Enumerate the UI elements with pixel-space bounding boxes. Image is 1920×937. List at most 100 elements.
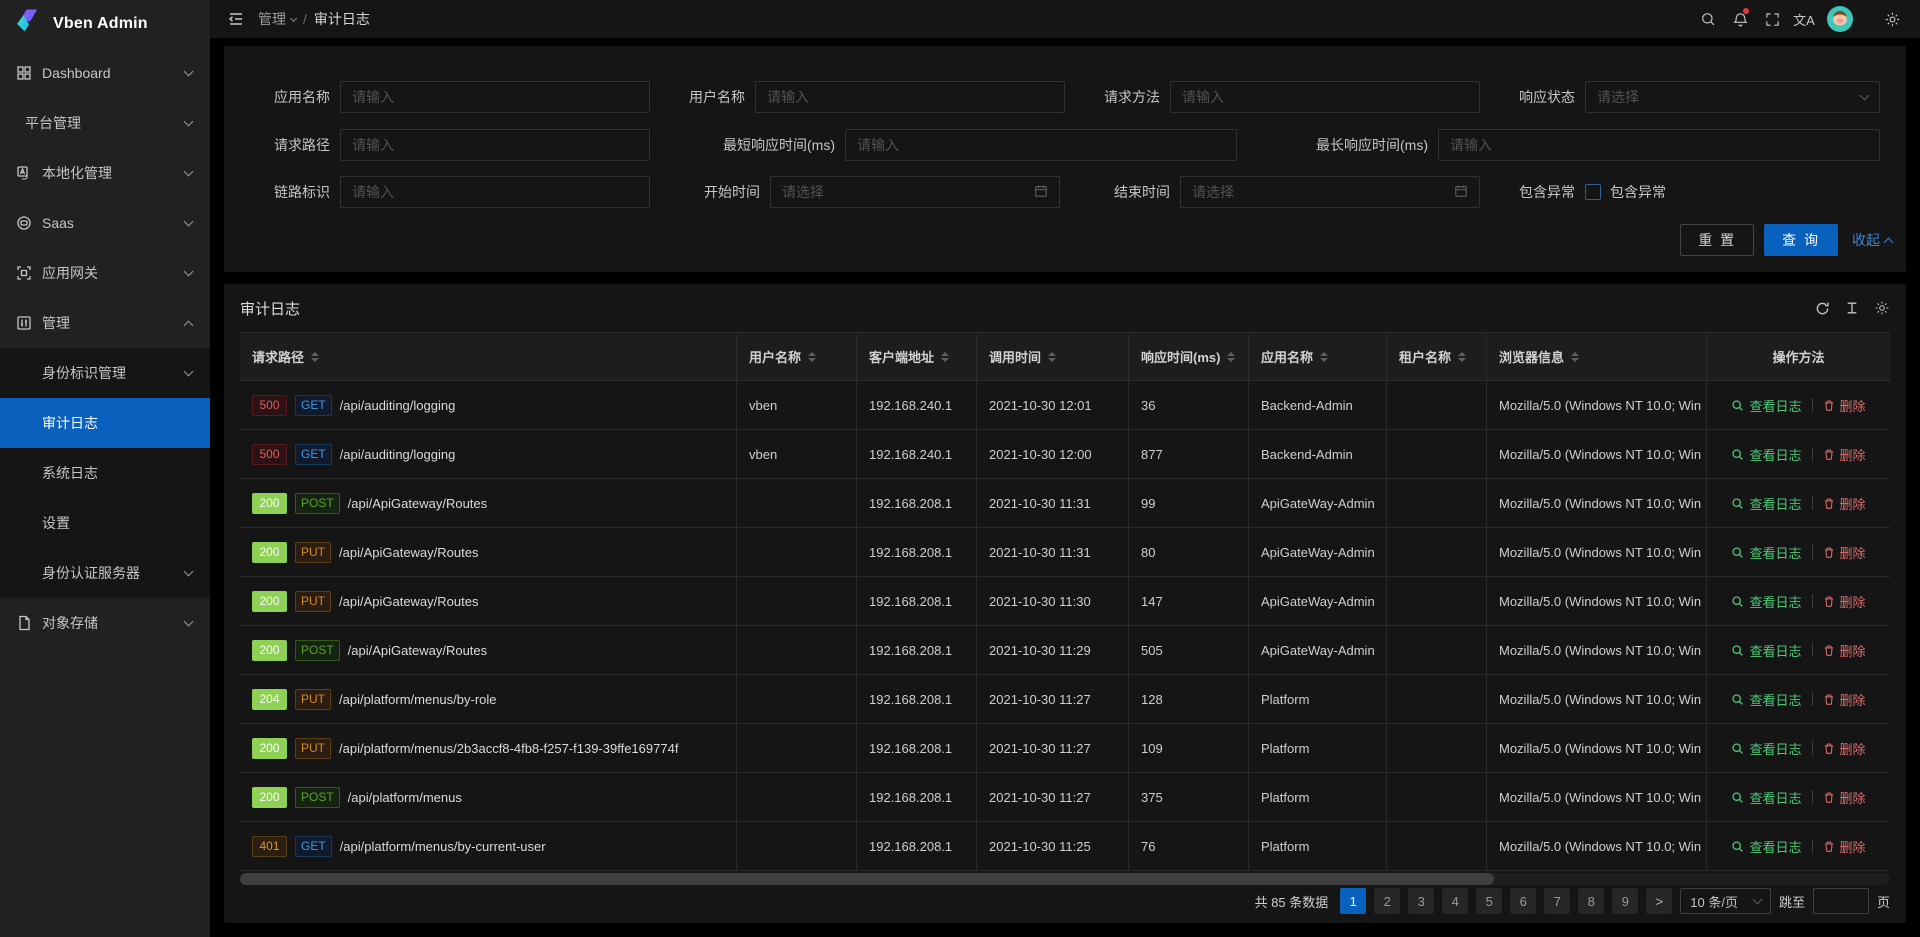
delete-button[interactable]: 删除 (1823, 592, 1866, 611)
page-button-6[interactable]: 6 (1510, 888, 1536, 914)
sort-caret[interactable] (311, 352, 319, 362)
sidebar-item-gateway[interactable]: 应用网关 (0, 248, 210, 298)
refresh-icon[interactable] (1815, 301, 1830, 316)
column-header-8[interactable]: 浏览器信息 (1487, 333, 1707, 380)
page-button-1[interactable]: 1 (1340, 888, 1366, 914)
sidebar-item-system-log[interactable]: 系统日志 (0, 448, 210, 498)
page-button-9[interactable]: 9 (1612, 888, 1638, 914)
settings-gear-icon[interactable] (1876, 0, 1908, 38)
sort-caret[interactable] (1571, 352, 1579, 362)
page-button-5[interactable]: 5 (1476, 888, 1502, 914)
sidebar-item-auth-server[interactable]: 身份认证服务器 (0, 548, 210, 598)
jump-page-input[interactable] (1813, 888, 1869, 914)
start-time-datepicker[interactable]: 请选择 (770, 176, 1060, 208)
column-header-4[interactable]: 调用时间 (977, 333, 1129, 380)
page-button-7[interactable]: 7 (1544, 888, 1570, 914)
view-log-button[interactable]: 查看日志 (1731, 690, 1801, 709)
sort-caret[interactable] (1458, 352, 1466, 362)
view-log-button[interactable]: 查看日志 (1731, 396, 1801, 415)
request-path-cell: 200PUT/api/ApiGateway/Routes (240, 528, 737, 576)
user-avatar[interactable] (1824, 0, 1856, 38)
sort-caret[interactable] (1320, 352, 1328, 362)
table-settings-icon[interactable] (1874, 300, 1890, 316)
next-page-button[interactable]: > (1646, 888, 1672, 914)
breadcrumb-item-management[interactable]: 管理 (258, 9, 296, 29)
browser-info-cell: Mozilla/5.0 (Windows NT 10.0; Win (1487, 381, 1707, 429)
column-header-1[interactable]: 请求路径 (240, 333, 737, 380)
gateway-icon (16, 265, 32, 281)
sidebar-item-audit-log[interactable]: 审计日志 (0, 398, 210, 448)
view-log-button[interactable]: 查看日志 (1731, 641, 1801, 660)
app-logo[interactable]: Vben Admin (0, 0, 210, 48)
sidebar-item-localization[interactable]: 本地化管理 (0, 148, 210, 198)
view-log-button[interactable]: 查看日志 (1731, 445, 1801, 464)
query-button[interactable]: 查 询 (1764, 224, 1838, 256)
include-exception-checkbox[interactable] (1585, 184, 1601, 200)
horizontal-scrollbar-thumb[interactable] (240, 873, 1494, 885)
column-header-6[interactable]: 应用名称 (1249, 333, 1387, 380)
actions-cell: 查看日志 删除 (1707, 724, 1890, 772)
trace-id-input[interactable] (340, 176, 650, 208)
user-name-input[interactable] (755, 81, 1065, 113)
action-divider (1812, 594, 1813, 608)
column-header-5[interactable]: 响应时间(ms) (1129, 333, 1249, 380)
translate-icon[interactable]: 文A (1788, 0, 1820, 38)
request-path-input[interactable] (340, 129, 650, 161)
delete-button[interactable]: 删除 (1823, 396, 1866, 415)
actions-cell: 查看日志 删除 (1707, 430, 1890, 478)
column-header-2[interactable]: 用户名称 (737, 333, 857, 380)
delete-button[interactable]: 删除 (1823, 837, 1866, 856)
search-icon[interactable] (1692, 0, 1724, 38)
view-log-button[interactable]: 查看日志 (1731, 494, 1801, 513)
column-label: 应用名称 (1261, 347, 1313, 366)
sidebar-item-saas[interactable]: Saas (0, 198, 210, 248)
page-button-4[interactable]: 4 (1442, 888, 1468, 914)
request-method-input[interactable] (1170, 81, 1480, 113)
reset-button[interactable]: 重 置 (1680, 224, 1754, 256)
sort-caret[interactable] (941, 352, 949, 362)
delete-button[interactable]: 删除 (1823, 690, 1866, 709)
min-response-time-input[interactable] (845, 129, 1237, 161)
delete-button[interactable]: 删除 (1823, 788, 1866, 807)
sidebar-item-label: 身份标识管理 (42, 363, 126, 383)
page-size-select[interactable]: 10 条/页 (1680, 888, 1771, 914)
view-log-label: 查看日志 (1749, 837, 1801, 856)
fullscreen-icon[interactable] (1756, 0, 1788, 38)
column-label: 请求路径 (252, 347, 304, 366)
response-status-select[interactable]: 请选择 (1585, 81, 1880, 113)
view-log-button[interactable]: 查看日志 (1731, 837, 1801, 856)
sidebar-item-dashboard[interactable]: Dashboard (0, 48, 210, 98)
view-log-button[interactable]: 查看日志 (1731, 788, 1801, 807)
column-header-3[interactable]: 客户端地址 (857, 333, 977, 380)
delete-button[interactable]: 删除 (1823, 494, 1866, 513)
menu-fold-icon[interactable] (222, 5, 250, 33)
sort-caret[interactable] (1048, 352, 1056, 362)
collapse-link[interactable]: 收起 (1852, 230, 1892, 250)
delete-button[interactable]: 删除 (1823, 641, 1866, 660)
sidebar-item-identity-management[interactable]: 身份标识管理 (0, 348, 210, 398)
sort-caret[interactable] (808, 352, 816, 362)
max-response-time-input[interactable] (1438, 129, 1880, 161)
row-height-icon[interactable] (1845, 301, 1859, 315)
app-name-input[interactable] (340, 81, 650, 113)
sidebar-item-management[interactable]: 管理 (0, 298, 210, 348)
view-log-button[interactable]: 查看日志 (1731, 739, 1801, 758)
delete-button[interactable]: 删除 (1823, 543, 1866, 562)
sidebar-item-platform-management[interactable]: 平台管理 (0, 98, 210, 148)
notification-bell-icon[interactable] (1724, 0, 1756, 38)
page-button-2[interactable]: 2 (1374, 888, 1400, 914)
page-button-8[interactable]: 8 (1578, 888, 1604, 914)
view-log-button[interactable]: 查看日志 (1731, 592, 1801, 611)
sidebar-item-settings[interactable]: 设置 (0, 498, 210, 548)
delete-button[interactable]: 删除 (1823, 739, 1866, 758)
end-time-datepicker[interactable]: 请选择 (1180, 176, 1480, 208)
view-log-button[interactable]: 查看日志 (1731, 543, 1801, 562)
filter-field-exception: 包含异常 包含异常 (1479, 176, 1666, 208)
delete-button[interactable]: 删除 (1823, 445, 1866, 464)
request-path: /api/platform/menus/2b3accf8-4fb8-f257-f… (339, 741, 678, 756)
sidebar-item-object-storage[interactable]: 对象存储 (0, 598, 210, 648)
sort-caret[interactable] (1227, 352, 1235, 362)
status-badge: 401 (252, 836, 287, 857)
column-header-7[interactable]: 租户名称 (1387, 333, 1487, 380)
page-button-3[interactable]: 3 (1408, 888, 1434, 914)
